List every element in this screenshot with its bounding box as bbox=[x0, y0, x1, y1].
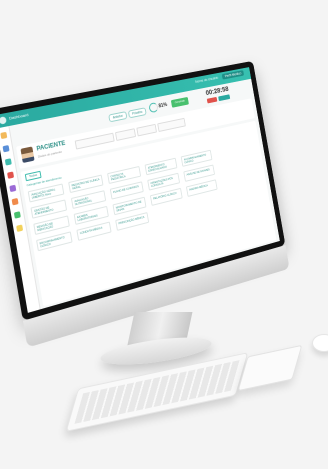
patient-avatar bbox=[20, 146, 35, 164]
tab-historico[interactable] bbox=[157, 117, 186, 133]
previous-button[interactable]: Anterior bbox=[108, 111, 128, 123]
status-badge: Concluído bbox=[170, 96, 189, 108]
keyboard-keys bbox=[74, 360, 240, 424]
card-label: CONSULTA PEDIÁTRICA bbox=[110, 172, 126, 182]
card-label: MONITORAMENTO DE SINAIS bbox=[115, 200, 142, 213]
progress-ring-icon bbox=[148, 102, 159, 114]
home-icon[interactable] bbox=[0, 131, 8, 140]
category-card[interactable]: CONSULTA PEDIÁTRICA bbox=[107, 165, 142, 185]
category-card[interactable]: PRESCRIÇÃO MÉDICA bbox=[115, 212, 150, 231]
card-label: ANÁLISE DE EXAMES bbox=[186, 167, 210, 177]
patient-tabs bbox=[74, 117, 186, 150]
card-label: AVALIAÇÃO NUTRICIONAL bbox=[74, 196, 93, 207]
category-card[interactable]: CONDUTA MÉDICA bbox=[76, 221, 112, 241]
card-label: RELATÓRIO CLÍNICO bbox=[152, 191, 177, 201]
card-label: AGENDA MÉDICA bbox=[188, 183, 209, 192]
category-card[interactable]: ACOMPANHAMENTO CLÍNICO bbox=[180, 149, 213, 167]
trackpad bbox=[237, 344, 303, 392]
star-icon[interactable] bbox=[16, 224, 24, 233]
category-card[interactable]: AVALIAÇÃO GERAL (ABERTO) Novo bbox=[27, 183, 65, 203]
monitor: Dashboard Nome do Usuário Perfil Médico … bbox=[0, 60, 290, 349]
card-label: ACOMPANHAMENTO CLÍNICO bbox=[183, 153, 207, 165]
card-label: ENCAMINHAMENTO CLÍNICO bbox=[39, 235, 65, 249]
user-name[interactable]: Nome do Usuário bbox=[195, 76, 218, 84]
card-label: AVALIAÇÃO GERAL (ABERTO) Novo bbox=[31, 187, 56, 200]
category-card[interactable]: ORIENTAÇÕES PÓS CONSULTA bbox=[147, 172, 181, 191]
finish-button[interactable] bbox=[218, 94, 231, 102]
keyboard bbox=[65, 352, 249, 432]
mouse bbox=[312, 334, 328, 352]
folder-icon[interactable] bbox=[11, 197, 19, 206]
card-label: GESTÃO DE ATENDIMENTO bbox=[33, 205, 54, 216]
tab-dados[interactable] bbox=[74, 132, 115, 150]
app-logo-icon bbox=[0, 116, 7, 125]
category-card[interactable]: ANÁLISE DE EXAMES bbox=[183, 164, 216, 182]
category-card[interactable]: ENCAMINHAMENTO CLÍNICO bbox=[36, 231, 73, 252]
document-icon[interactable] bbox=[9, 184, 17, 193]
tab-atendimento[interactable] bbox=[114, 128, 137, 141]
category-card[interactable]: AGENDA MÉDICA bbox=[185, 179, 218, 197]
stop-button[interactable] bbox=[206, 96, 218, 104]
progress-value: 81% bbox=[158, 102, 168, 110]
chart-icon[interactable] bbox=[7, 171, 15, 179]
category-card[interactable]: RELATÓRIO CLÍNICO bbox=[149, 187, 183, 206]
user-profile-badge[interactable]: Perfil Médico bbox=[221, 70, 245, 80]
next-button[interactable]: Próximo bbox=[127, 107, 147, 119]
category-card[interactable]: ATENDIMENTO ESPECIALIZADO bbox=[144, 157, 178, 176]
category-card[interactable]: PLANO DE CUIDADOS bbox=[109, 181, 144, 200]
tab-exames[interactable] bbox=[136, 123, 157, 137]
card-label: ATENDIMENTO ESPECIALIZADO bbox=[147, 162, 168, 173]
card-label: PRESCRIÇÃO MÉDICA bbox=[118, 215, 145, 225]
category-card[interactable]: REGISTRO DE CLÍNICA GERAL bbox=[68, 174, 104, 194]
app-title: Dashboard bbox=[8, 111, 29, 121]
card-label: PLANO DE CUIDADOS bbox=[112, 184, 139, 194]
card-label: EXAMES LABORATORIAIS bbox=[76, 213, 98, 223]
card-label: CONDUTA MÉDICA bbox=[79, 226, 103, 235]
calendar-icon[interactable] bbox=[4, 158, 12, 166]
card-label: REGISTRO DE CLÍNICA GERAL bbox=[71, 177, 100, 191]
user-icon[interactable] bbox=[2, 145, 10, 153]
card-label: ORIENTAÇÕES PÓS CONSULTA bbox=[150, 176, 174, 188]
product-scene: Dashboard Nome do Usuário Perfil Médico … bbox=[0, 0, 328, 469]
card-label: REVISÃO DE MEDICAÇÃO bbox=[36, 221, 54, 233]
settings-icon[interactable] bbox=[13, 211, 21, 219]
